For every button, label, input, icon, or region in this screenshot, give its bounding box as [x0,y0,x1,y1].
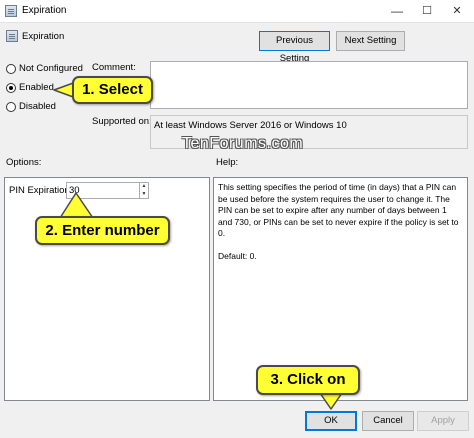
callout-click-on: 3. Click on [256,365,360,395]
callout-enter-number: 2. Enter number [35,216,170,245]
arrow-to-pin-field [59,192,94,219]
arrow-to-ok [319,392,343,410]
callout-select: 1. Select [72,76,153,104]
